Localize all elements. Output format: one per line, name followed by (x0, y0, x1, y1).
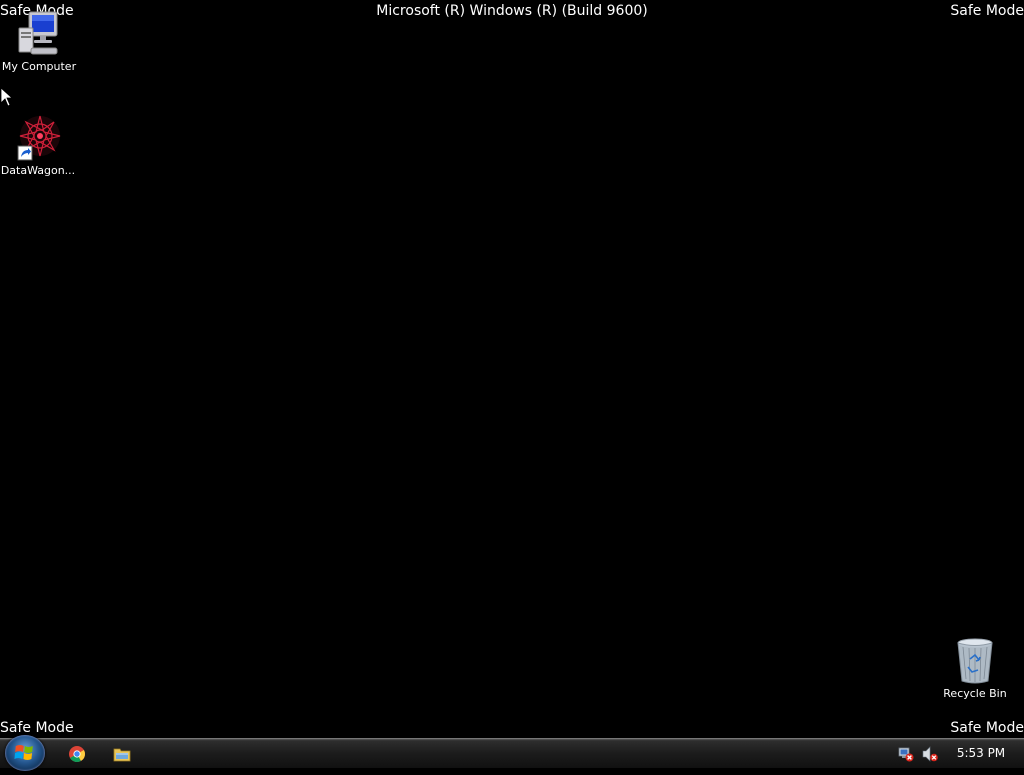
volume-muted-icon (922, 746, 938, 762)
mouse-cursor-icon (1, 88, 13, 107)
network-status-button[interactable] (898, 746, 914, 762)
chrome-icon (69, 746, 85, 762)
windows-orb-icon (14, 745, 33, 760)
taskbar: 5:53 PM (0, 735, 1024, 771)
volume-button[interactable] (922, 746, 938, 762)
computer-icon (15, 10, 63, 58)
desktop[interactable]: Safe Mode Microsoft (R) Windows (R) (Bui… (0, 0, 1024, 738)
os-build-title: Microsoft (R) Windows (R) (Build 9600) (376, 3, 648, 19)
desktop-icon-label: DataWagon... (0, 164, 76, 177)
start-button[interactable] (5, 735, 45, 771)
safe-mode-label-top-right: Safe Mode (950, 3, 1024, 19)
safe-mode-label-bottom-right: Safe Mode (950, 720, 1024, 736)
taskbar-clock[interactable]: 5:53 PM (948, 739, 1014, 768)
file-explorer-icon (113, 748, 131, 762)
desktop-icon-my-computer[interactable]: My Computer (0, 10, 79, 74)
safe-mode-label-bottom-left: Safe Mode (0, 720, 74, 736)
network-disconnected-icon (898, 747, 914, 762)
file-explorer-launch-button[interactable] (113, 745, 131, 763)
desktop-icon-recycle-bin[interactable]: Recycle Bin (935, 637, 1015, 701)
desktop-icon-datawagon[interactable]: DataWagon... (0, 114, 78, 178)
desktop-icon-label: My Computer (1, 60, 77, 73)
datawagon-shortcut-icon (14, 114, 62, 162)
desktop-icon-label: Recycle Bin (943, 687, 1007, 700)
recycle-bin-icon (951, 637, 999, 685)
chrome-launch-button[interactable] (68, 745, 86, 763)
